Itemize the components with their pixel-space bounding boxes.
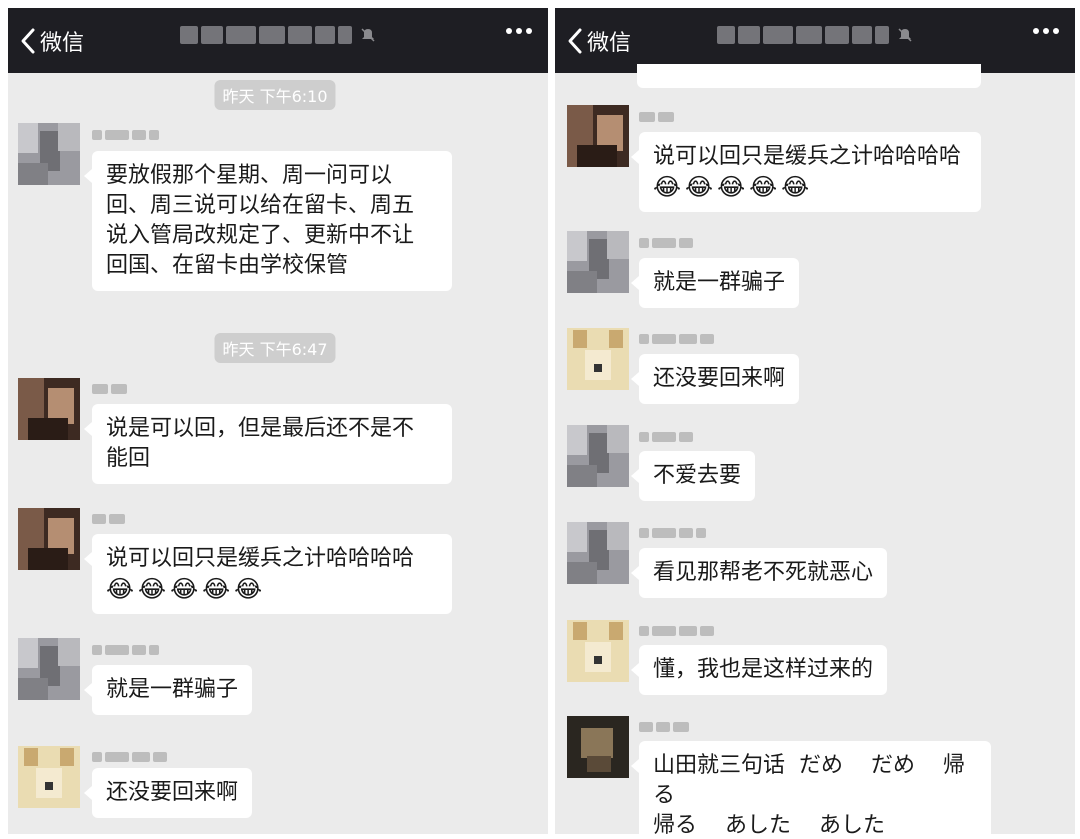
avatar[interactable] — [567, 522, 629, 584]
avatar[interactable] — [567, 105, 629, 167]
back-label: 微信 — [40, 31, 85, 56]
message-text: 还没要回来啊 — [653, 366, 786, 391]
message-text: 看见那帮老不死就恶心 — [653, 560, 874, 585]
back-button[interactable]: 微信 — [20, 24, 84, 58]
message-text: 山田就三句话 だめ だめ 帰る 帰る あした あした — [653, 753, 965, 834]
more-options-button[interactable] — [1033, 28, 1059, 34]
chat-navbar: 微信 — [8, 8, 548, 73]
chevron-left-icon — [568, 28, 582, 54]
timestamp: 昨天 下午6:10 — [214, 80, 336, 110]
message-bubble[interactable]: 说可以回只是缓兵之计哈哈哈哈 😂😂😂😂😂 — [631, 132, 981, 212]
message-bubble[interactable]: 还没要回来啊 — [83, 768, 253, 818]
chat-title-blurred — [180, 26, 376, 44]
sender-name-blurred — [639, 238, 693, 248]
message-bubble[interactable]: 说是可以回，但是最后还不是不 能回 — [84, 404, 452, 484]
back-label: 微信 — [587, 31, 632, 56]
avatar[interactable] — [567, 231, 629, 293]
message-bubble[interactable]: 山田就三句话 だめ だめ 帰る 帰る あした あした — [631, 741, 991, 834]
mute-icon — [361, 28, 375, 42]
message-text: 不爱去要 — [653, 463, 742, 488]
sender-name-blurred — [639, 112, 674, 122]
chat-title-blurred — [717, 26, 913, 44]
left-chat-screenshot: 微信 昨天 下午6:10 要放假那个星期、周一问可以 回、周三说可以给在留卡、周… — [8, 8, 548, 834]
message-bubble[interactable]: 就是一群骗子 — [83, 665, 253, 715]
message-text: 说可以回只是缓兵之计哈哈哈哈 — [106, 546, 415, 571]
sender-name-blurred — [92, 514, 125, 524]
sender-name-blurred — [639, 626, 714, 636]
avatar[interactable] — [18, 378, 80, 440]
mute-icon — [898, 28, 912, 42]
sender-name-blurred — [639, 432, 693, 442]
avatar[interactable] — [18, 508, 80, 570]
sender-name-blurred — [92, 752, 167, 762]
message-bubble[interactable]: 懂，我也是这样过来的 — [630, 645, 888, 695]
back-button[interactable]: 微信 — [567, 24, 631, 58]
sender-name-blurred — [639, 722, 689, 732]
message-text: 就是一群骗子 — [106, 677, 239, 702]
avatar[interactable] — [18, 123, 80, 185]
sender-name-blurred — [92, 130, 159, 140]
message-text: 就是一群骗子 — [653, 270, 786, 295]
sender-name-blurred — [639, 334, 714, 344]
message-bubble[interactable]: 说可以回只是缓兵之计哈哈哈哈 😂😂😂😂😂 — [84, 534, 452, 614]
message-bubble-partial — [637, 64, 981, 88]
avatar[interactable] — [18, 746, 80, 808]
more-icon — [1033, 28, 1039, 34]
more-options-button[interactable] — [506, 28, 532, 34]
message-bubble[interactable]: 还没要回来啊 — [630, 354, 800, 404]
message-text: 要放假那个星期、周一问可以 回、周三说可以给在留卡、周五 说入管局改规定了、更新… — [106, 163, 415, 278]
chevron-left-icon — [21, 28, 35, 54]
laughing-emoji-icon: 😂😂😂😂😂 — [653, 173, 814, 201]
timestamp: 昨天 下午6:47 — [214, 333, 336, 363]
avatar[interactable] — [567, 425, 629, 487]
message-bubble[interactable]: 就是一群骗子 — [630, 258, 800, 308]
message-bubble[interactable]: 看见那帮老不死就恶心 — [630, 548, 888, 598]
avatar[interactable] — [567, 328, 629, 390]
message-text: 说可以回只是缓兵之计哈哈哈哈 — [653, 144, 962, 169]
right-chat-screenshot: 微信 说可以回只是缓兵之计哈哈哈哈 😂😂😂😂😂 就是一群骗子 还没要回来啊 不爱… — [555, 8, 1075, 834]
laughing-emoji-icon: 😂😂😂😂😂 — [106, 575, 267, 603]
avatar[interactable] — [567, 716, 629, 778]
sender-name-blurred — [639, 528, 706, 538]
message-text: 说是可以回，但是最后还不是不 能回 — [106, 416, 415, 471]
more-icon — [506, 28, 512, 34]
sender-name-blurred — [92, 384, 127, 394]
message-bubble[interactable]: 不爱去要 — [630, 451, 756, 501]
message-bubble[interactable]: 要放假那个星期、周一问可以 回、周三说可以给在留卡、周五 说入管局改规定了、更新… — [84, 151, 452, 291]
avatar[interactable] — [18, 638, 80, 700]
avatar[interactable] — [567, 620, 629, 682]
message-text: 懂，我也是这样过来的 — [653, 657, 874, 682]
message-text: 还没要回来啊 — [106, 780, 239, 805]
sender-name-blurred — [92, 645, 159, 655]
